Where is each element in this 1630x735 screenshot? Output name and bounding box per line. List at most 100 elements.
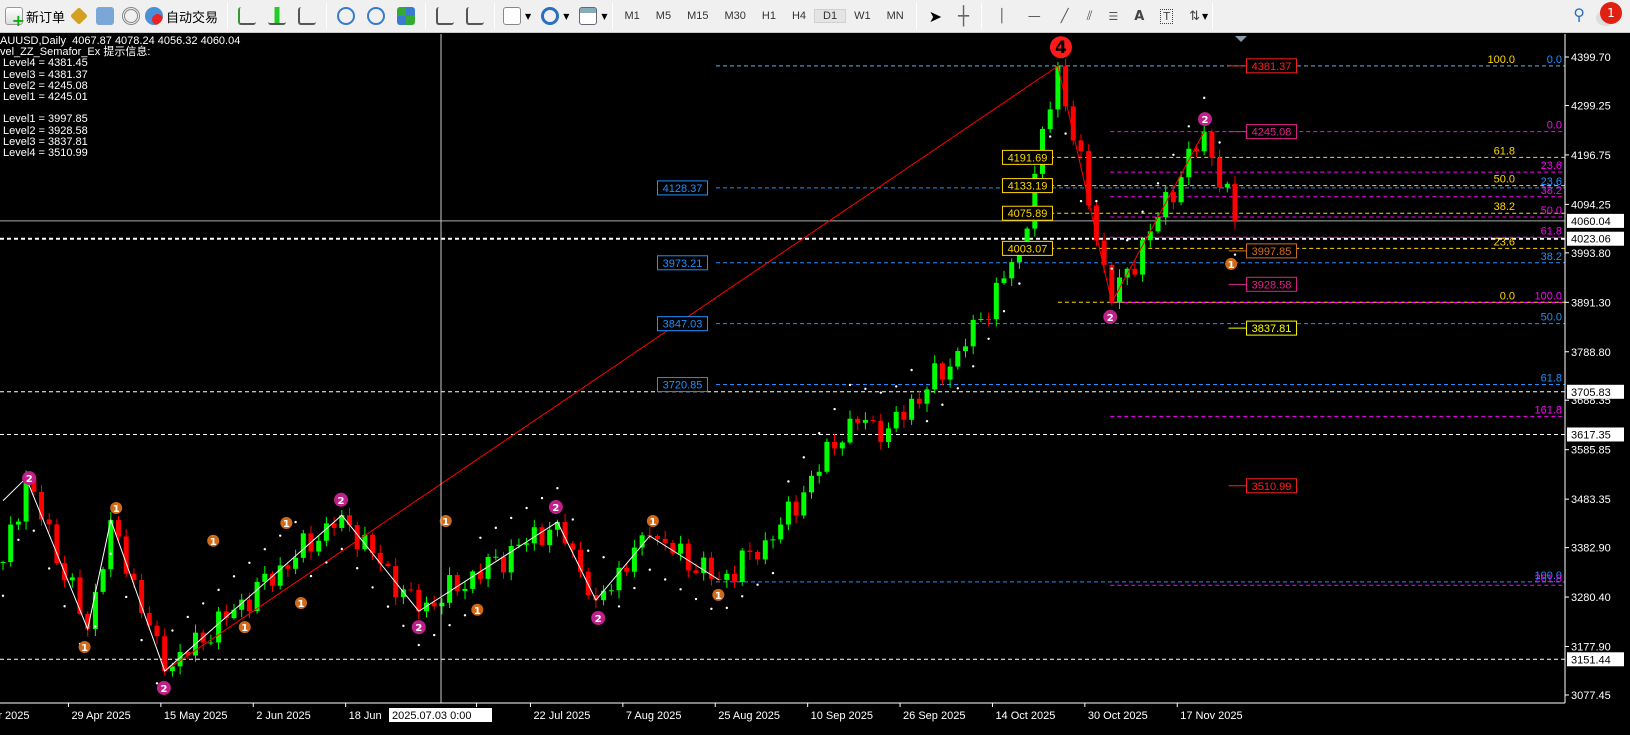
bar-chart-icon[interactable] <box>238 7 257 25</box>
candle-body <box>1001 278 1007 283</box>
zoom-in-icon[interactable] <box>337 7 356 25</box>
price-box-label: 3720.85 <box>663 380 703 392</box>
candle-body <box>970 319 976 347</box>
sar-dot <box>155 682 159 685</box>
sar-dot <box>1218 141 1221 144</box>
dropdown-arrow-icon[interactable]: ▼ <box>601 12 607 21</box>
auto-trading-label: 自动交易 <box>166 10 219 26</box>
sar-dot <box>494 526 497 530</box>
candle-body <box>0 562 6 564</box>
data-window-icon[interactable] <box>96 7 115 25</box>
semafor-label: 2 <box>1201 115 1208 126</box>
periods-clock-icon[interactable] <box>541 7 560 25</box>
price-box-label: 4133.19 <box>1008 181 1048 193</box>
timeframe-h4[interactable]: H4 <box>784 10 814 22</box>
semafor-label: 2 <box>415 623 422 634</box>
semafor-label: 2 <box>160 684 167 695</box>
cursor-icon[interactable]: ➤ <box>929 7 942 26</box>
candle-body <box>77 577 83 614</box>
separator <box>494 3 496 29</box>
candle-body <box>8 524 14 563</box>
candle-body <box>377 552 383 564</box>
candle-body <box>246 599 252 612</box>
candle-body <box>447 575 453 603</box>
tile-windows-icon[interactable] <box>397 7 416 25</box>
text-icon[interactable]: A <box>1134 9 1144 24</box>
zoom-out-icon[interactable] <box>367 7 386 25</box>
sar-dot <box>325 561 328 564</box>
candle-body <box>1209 131 1215 158</box>
lower-level-text: Level4 = 3510.99 <box>0 147 88 160</box>
separator <box>326 3 328 29</box>
semafor-label: 2 <box>338 496 345 507</box>
semafor-label: 2 <box>1107 313 1114 324</box>
search-icon[interactable]: ⚲ <box>1573 5 1585 24</box>
semafor-label: 1 <box>113 504 120 515</box>
timeframe-m1[interactable]: M1 <box>617 10 648 22</box>
candle-body <box>293 557 299 569</box>
crosshair-icon[interactable]: ┼ <box>958 6 969 27</box>
time-tick-label: 22 Jul 2025 <box>533 710 590 722</box>
candle-body <box>739 550 745 583</box>
sar-dot <box>448 623 451 627</box>
timeframe-m15[interactable]: M15 <box>679 10 716 22</box>
fib-label: 0.0 <box>1547 120 1562 132</box>
time-tick-label: 18 Jun <box>349 710 382 722</box>
timeframe-d1[interactable]: D1 <box>814 9 847 23</box>
timeframe-h1[interactable]: H1 <box>754 10 784 22</box>
timeframe-m5[interactable]: M5 <box>648 10 679 22</box>
timeframe-mn[interactable]: MN <box>879 10 912 22</box>
candle-body <box>909 398 915 420</box>
new-order-button[interactable]: + 新订单 <box>0 2 70 30</box>
time-tick-label: 7 Aug 2025 <box>626 710 682 722</box>
gold-bar-icon[interactable] <box>70 7 88 25</box>
new-order-label: 新订单 <box>26 10 66 26</box>
sar-dot <box>987 337 990 340</box>
templates-icon[interactable] <box>579 7 598 25</box>
sar-dot <box>879 391 882 394</box>
fibonacci-icon[interactable]: ☰ <box>1108 10 1118 23</box>
sar-dot <box>725 606 728 610</box>
candle-body <box>847 418 853 443</box>
upper-level-text: Level4 = 4381.45 <box>0 57 88 70</box>
chart-shift-icon[interactable] <box>436 7 455 25</box>
indicators-icon[interactable] <box>503 7 522 25</box>
sar-dot <box>664 578 667 581</box>
dropdown-arrow-icon[interactable]: ▼ <box>525 12 531 21</box>
timeframe-w1[interactable]: W1 <box>846 10 879 22</box>
auto-trading-button[interactable]: 自动交易 <box>140 2 223 30</box>
line-chart-icon[interactable] <box>298 7 317 25</box>
timeframe-m30[interactable]: M30 <box>716 10 753 22</box>
price-tick-label: 4399.70 <box>1571 52 1611 64</box>
candle-body <box>693 570 699 574</box>
sar-dot <box>617 605 621 608</box>
trendline-icon[interactable]: ╱ <box>1061 9 1069 24</box>
notification-badge[interactable]: 1 <box>1600 2 1622 24</box>
dropdown-arrow-icon[interactable]: ▼ <box>563 12 569 21</box>
sar-dot <box>140 638 143 642</box>
price-tag-label: 4060.04 <box>1571 216 1611 228</box>
fib-label: 161.8 <box>1534 404 1562 416</box>
arrows-icon[interactable]: ⇅ <box>1189 9 1200 24</box>
sar-dot <box>1203 96 1206 100</box>
equidistant-channel-icon[interactable]: ⫽ <box>1087 9 1093 24</box>
candle-body <box>216 611 222 643</box>
fib-label: 38.2 <box>1541 251 1562 263</box>
horizontal-line-icon[interactable]: — <box>1028 9 1041 24</box>
chart-info-panel: AUUSD,Daily 4067.87 4078.24 4056.32 4060… <box>0 35 240 160</box>
sar-dot <box>1079 199 1083 203</box>
candlestick-icon[interactable] <box>268 7 287 25</box>
vertical-line-icon[interactable]: │ <box>998 9 1006 24</box>
crosshair-time-label: 2025.07.03 0:00 <box>392 710 472 722</box>
chart-shift-marker <box>1235 36 1247 42</box>
candle-body <box>1163 192 1169 218</box>
text-label-icon[interactable]: T <box>1160 8 1174 24</box>
auto-scroll-icon[interactable] <box>466 7 485 25</box>
dropdown-arrow-icon[interactable]: ▼ <box>1202 12 1208 21</box>
price-chart[interactable]: 100.0 0.0 0.0 61.8 23.6 50.0 23.6 38.2 38.2 50.0 6… <box>0 0 1630 735</box>
semafor-label: 1 <box>210 537 217 548</box>
price-tick-label: 3891.30 <box>1571 297 1611 309</box>
signal-icon[interactable] <box>122 7 141 25</box>
sar-dot <box>433 633 436 637</box>
price-box-label: 3837.81 <box>1252 323 1292 335</box>
